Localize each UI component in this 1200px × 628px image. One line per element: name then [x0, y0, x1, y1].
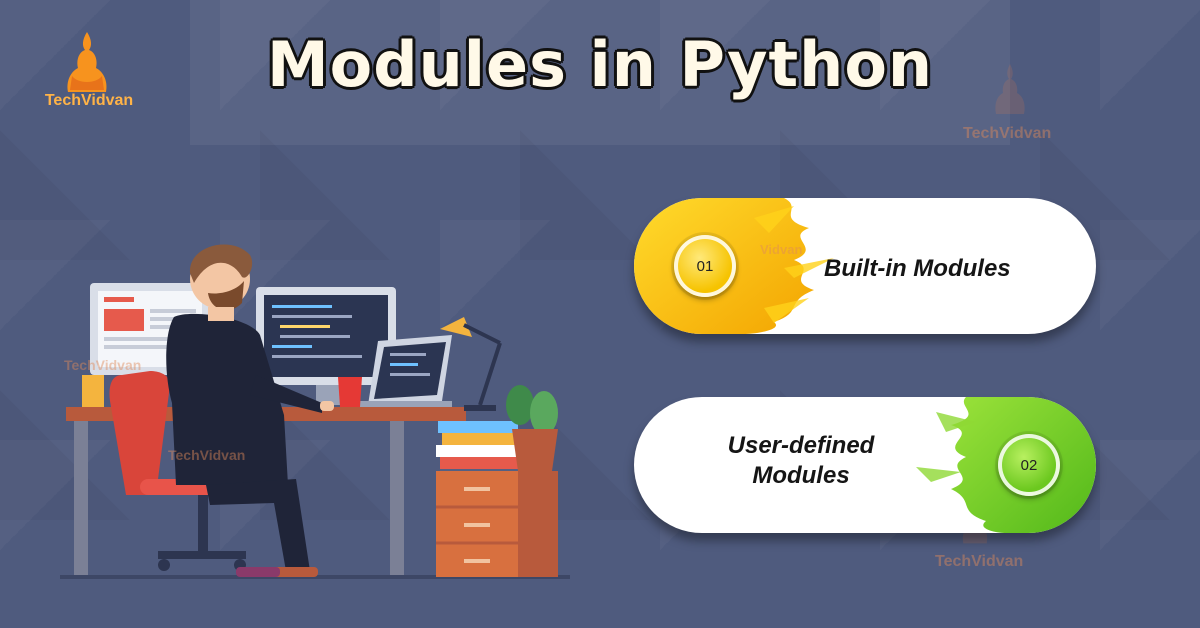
- desk-lamp: [440, 317, 502, 411]
- developer-illustration: [60, 244, 570, 579]
- module-card-builtin: 01 Built-in Modules: [634, 198, 1096, 334]
- green-splash: [916, 397, 1096, 533]
- watermark-text: TechVidvan: [935, 553, 1024, 570]
- userdefined-label-line2: Modules: [752, 462, 850, 489]
- yellow-splash: [634, 198, 834, 334]
- userdefined-modules-label: User-defined Modules: [716, 431, 886, 491]
- watermark-text: TechVidvan: [64, 357, 142, 373]
- watermark-text: TechVidvan: [168, 447, 246, 463]
- brand-name: TechVidvan: [44, 92, 134, 109]
- watermark-text: TechVidvan: [963, 125, 1052, 142]
- number-badge-01: 01: [674, 235, 736, 297]
- mug: [338, 377, 362, 407]
- userdefined-label-line1: User-defined: [727, 432, 875, 459]
- number-badge-02: 02: [998, 434, 1060, 496]
- module-card-userdefined: 02 User-defined Modules: [634, 397, 1096, 533]
- page-title: Modules in Python: [266, 28, 934, 101]
- watermark-text: Vidvan: [760, 242, 803, 257]
- watermark-icon: [995, 64, 1025, 114]
- drawer-cabinet: [436, 471, 558, 577]
- book-stack: [436, 421, 520, 469]
- pencil-cup: [82, 375, 104, 407]
- builtin-modules-label: Built-in Modules: [824, 255, 1011, 282]
